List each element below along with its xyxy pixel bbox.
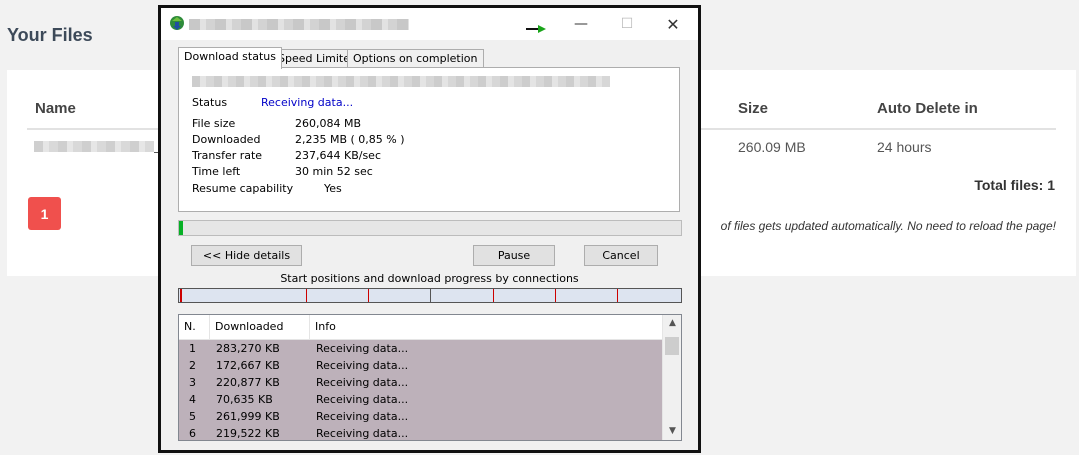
- row-number: 4: [189, 393, 196, 406]
- dialog-title-text: [189, 19, 409, 30]
- row-number: 6: [189, 427, 196, 440]
- download-status-panel: Status Receiving data... File size 260,0…: [178, 67, 680, 212]
- green-arrow-icon: [526, 23, 546, 33]
- connection-marker-3: [368, 289, 369, 302]
- resume-capability-label: Resume capability: [192, 182, 294, 195]
- list-item[interactable]: 5 261,999 KB Receiving data...: [179, 408, 662, 425]
- scroll-up-icon[interactable]: ▲: [663, 315, 681, 332]
- time-left-label: Time left: [192, 165, 241, 178]
- transfer-rate-value: 237,644 KB/sec: [295, 149, 381, 162]
- row-downloaded: 172,667 KB: [216, 359, 280, 372]
- connections-list[interactable]: N. Downloaded Info 1 283,270 KB Receivin…: [178, 314, 682, 441]
- row-downloaded: 219,522 KB: [216, 427, 280, 440]
- scroll-thumb[interactable]: [665, 337, 679, 355]
- transfer-rate-label: Transfer rate: [192, 149, 263, 162]
- download-url: [192, 76, 610, 87]
- connections-progress-bar: [178, 288, 682, 303]
- hide-details-button[interactable]: << Hide details: [191, 245, 302, 266]
- minimize-icon[interactable]: —: [558, 8, 604, 40]
- tab-options-on-completion[interactable]: Options on completion: [347, 49, 484, 68]
- connections-list-header: N. Downloaded Info: [179, 315, 662, 340]
- row-number: 3: [189, 376, 196, 389]
- resume-capability-value: Yes: [324, 182, 342, 195]
- page-title: Your Files: [7, 25, 93, 45]
- column-header-size[interactable]: Size: [738, 100, 768, 117]
- total-files-count: Total files: 1: [974, 177, 1055, 193]
- download-dialog: — ☐ ✕ Download status Speed Limiter Opti…: [158, 5, 701, 453]
- dialog-titlebar[interactable]: — ☐ ✕: [161, 8, 698, 40]
- connections-rows: 1 283,270 KB Receiving data... 2 172,667…: [179, 340, 662, 440]
- row-downloaded: 220,877 KB: [216, 376, 280, 389]
- download-progress-bar: [178, 220, 682, 236]
- connection-marker-1: [180, 289, 182, 302]
- list-item[interactable]: 2 172,667 KB Receiving data...: [179, 357, 662, 374]
- list-header-info[interactable]: Info: [310, 315, 662, 339]
- list-item[interactable]: 1 283,270 KB Receiving data...: [179, 340, 662, 357]
- list-header-n[interactable]: N.: [179, 315, 210, 339]
- scroll-down-icon[interactable]: ▼: [663, 423, 681, 440]
- file-name-link[interactable]: [34, 141, 154, 152]
- row-downloaded: 283,270 KB: [216, 342, 280, 355]
- connection-marker-6: [555, 289, 556, 302]
- connections-title: Start positions and download progress by…: [280, 272, 579, 285]
- connection-marker-7: [617, 289, 618, 302]
- connection-marker-5: [493, 289, 494, 302]
- dialog-body: — ☐ ✕ Download status Speed Limiter Opti…: [161, 8, 698, 450]
- pagination-page-1[interactable]: 1: [28, 197, 61, 230]
- row-downloaded: 70,635 KB: [216, 393, 273, 406]
- pause-button[interactable]: Pause: [473, 245, 555, 266]
- row-number: 2: [189, 359, 196, 372]
- cancel-button[interactable]: Cancel: [584, 245, 658, 266]
- list-item[interactable]: 6 219,522 KB Receiving data...: [179, 425, 662, 440]
- maximize-icon[interactable]: ☐: [604, 8, 650, 40]
- row-info: Receiving data...: [316, 393, 409, 406]
- download-manager-icon: [169, 15, 185, 31]
- status-label: Status: [192, 96, 228, 109]
- tab-download-status[interactable]: Download status: [178, 47, 282, 69]
- column-header-name[interactable]: Name: [35, 100, 76, 117]
- row-info: Receiving data...: [316, 359, 409, 372]
- download-progress-fill: [179, 221, 184, 235]
- auto-update-note: of files gets updated automatically. No …: [720, 219, 1056, 233]
- downloaded-value: 2,235 MB ( 0,85 % ): [295, 133, 405, 146]
- connections-scrollbar[interactable]: ▲ ▼: [662, 315, 681, 440]
- downloaded-label: Downloaded: [192, 133, 261, 146]
- time-left-value: 30 min 52 sec: [295, 165, 373, 178]
- list-item[interactable]: 4 70,635 KB Receiving data...: [179, 391, 662, 408]
- list-header-downloaded[interactable]: Downloaded: [210, 315, 310, 339]
- list-item[interactable]: 3 220,877 KB Receiving data...: [179, 374, 662, 391]
- connection-marker-2: [306, 289, 307, 302]
- close-icon[interactable]: ✕: [650, 8, 696, 40]
- row-info: Receiving data...: [316, 342, 409, 355]
- file-size-value: 260,084 MB: [295, 117, 362, 130]
- row-downloaded: 261,999 KB: [216, 410, 280, 423]
- row-info: Receiving data...: [316, 427, 409, 440]
- row-number: 5: [189, 410, 196, 423]
- status-value: Receiving data...: [261, 96, 354, 109]
- column-header-auto-delete[interactable]: Auto Delete in: [877, 100, 978, 117]
- file-size-label: File size: [192, 117, 236, 130]
- auto-delete-cell: 24 hours: [877, 139, 932, 155]
- file-size-cell: 260.09 MB: [738, 139, 806, 155]
- row-info: Receiving data...: [316, 410, 409, 423]
- connection-marker-4: [430, 289, 431, 302]
- row-number: 1: [189, 342, 196, 355]
- row-info: Receiving data...: [316, 376, 409, 389]
